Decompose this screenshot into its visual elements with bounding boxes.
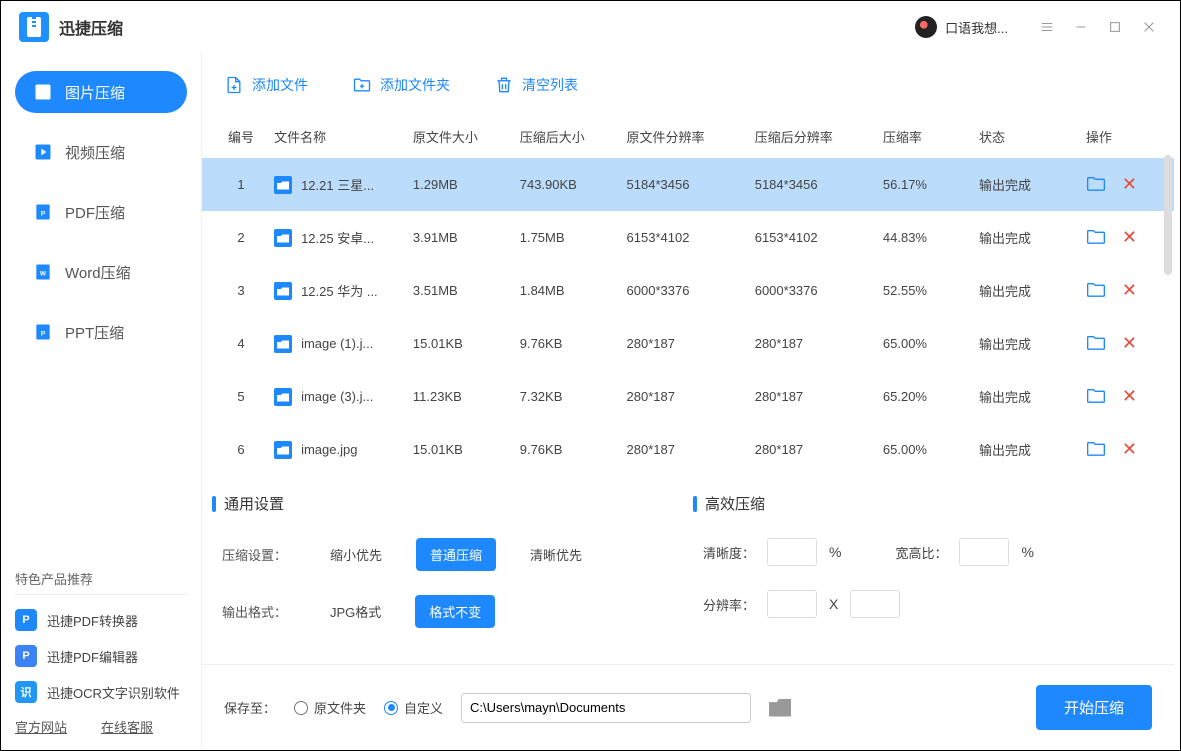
image-file-icon: [274, 388, 292, 406]
resolution-height-input[interactable]: [850, 590, 900, 618]
table-row[interactable]: 4image (1).j...15.01KB9.76KB280*187280*1…: [202, 317, 1174, 370]
table-row[interactable]: 212.25 安卓...3.91MB1.75MB6153*41026153*41…: [202, 211, 1174, 264]
titlebar: 迅捷压缩 口语我想...: [1, 1, 1180, 53]
col-index: 编号: [202, 115, 266, 158]
delete-icon[interactable]: ✕: [1122, 280, 1137, 301]
open-folder-icon[interactable]: [1086, 387, 1106, 407]
menu-icon[interactable]: [1034, 14, 1060, 40]
clarity-input[interactable]: [767, 538, 817, 566]
svg-text:P: P: [41, 210, 46, 217]
col-name: 文件名称: [266, 115, 405, 158]
normal-compress-option[interactable]: 普通压缩: [416, 538, 496, 571]
app-logo: [19, 12, 49, 42]
trash-icon: [494, 75, 514, 95]
browse-folder-icon[interactable]: [769, 699, 791, 717]
resolution-width-input[interactable]: [767, 590, 817, 618]
col-comp-res: 压缩后分辨率: [747, 115, 875, 158]
col-orig-size: 原文件大小: [405, 115, 512, 158]
save-path-input[interactable]: [461, 693, 751, 723]
clarity-priority-option[interactable]: 清晰优先: [516, 538, 596, 571]
nav-word[interactable]: WWord压缩: [15, 251, 187, 293]
image-file-icon: [274, 441, 292, 459]
svg-text:W: W: [40, 270, 47, 277]
add-file-button[interactable]: 添加文件: [224, 75, 308, 95]
close-icon[interactable]: [1136, 14, 1162, 40]
nav-ppt[interactable]: PPPT压缩: [15, 311, 187, 353]
open-folder-icon[interactable]: [1086, 440, 1106, 460]
scrollbar[interactable]: [1164, 155, 1172, 275]
nav-pdf[interactable]: PPDF压缩: [15, 191, 187, 233]
recommend-item-0[interactable]: P迅捷PDF转换器: [15, 609, 187, 631]
image-icon: [33, 82, 53, 102]
shrink-priority-option[interactable]: 缩小优先: [316, 538, 396, 571]
table-row[interactable]: 5image (3).j...11.23KB7.32KB280*187280*1…: [202, 370, 1174, 423]
delete-icon[interactable]: ✕: [1122, 333, 1137, 354]
orig-folder-radio[interactable]: 原文件夹: [294, 698, 366, 717]
aspect-label: 宽高比：: [895, 543, 947, 562]
pdf-icon: P: [33, 202, 53, 222]
official-site-link[interactable]: 官方网站: [15, 717, 67, 736]
delete-icon[interactable]: ✕: [1122, 386, 1137, 407]
resolution-label: 分辨率：: [703, 595, 755, 614]
video-icon: [33, 142, 53, 162]
compress-setting-label: 压缩设置：: [222, 545, 296, 564]
col-ops: 操作: [1078, 115, 1174, 158]
main-area: 添加文件 添加文件夹 清空列表 编号 文件名称 原文件大小 压缩后大小 原文件分…: [201, 53, 1180, 750]
recommend-title: 特色产品推荐: [15, 569, 187, 595]
minimize-icon[interactable]: [1068, 14, 1094, 40]
image-file-icon: [274, 229, 292, 247]
col-comp-size: 压缩后大小: [512, 115, 619, 158]
keep-format-option[interactable]: 格式不变: [415, 595, 495, 628]
clarity-label: 清晰度：: [703, 543, 755, 562]
avatar[interactable]: [915, 16, 937, 38]
table-row[interactable]: 312.25 华为 ...3.51MB1.84MB6000*33766000*3…: [202, 264, 1174, 317]
col-orig-res: 原文件分辨率: [619, 115, 747, 158]
username[interactable]: 口语我想...: [945, 18, 1008, 37]
folder-plus-icon: [352, 75, 372, 95]
recommend-item-1[interactable]: P迅捷PDF编辑器: [15, 645, 187, 667]
open-folder-icon[interactable]: [1086, 281, 1106, 301]
jpg-format-option[interactable]: JPG格式: [316, 595, 395, 628]
aspect-input[interactable]: [959, 538, 1009, 566]
table-row[interactable]: 6image.jpg15.01KB9.76KB280*187280*18765.…: [202, 423, 1174, 476]
recommend-item-2[interactable]: 识迅捷OCR文字识别软件: [15, 681, 187, 703]
open-folder-icon[interactable]: [1086, 175, 1106, 195]
nav-image[interactable]: 图片压缩: [15, 71, 187, 113]
save-to-label: 保存至：: [224, 698, 276, 717]
ppt-icon: P: [33, 322, 53, 342]
sidebar: 图片压缩视频压缩 PPDF压缩 WWord压缩 PPPT压缩 特色产品推荐 P迅捷PD…: [1, 53, 201, 750]
image-file-icon: [274, 335, 292, 353]
svg-text:P: P: [41, 330, 46, 337]
recommend-icon: P: [15, 609, 37, 631]
add-folder-button[interactable]: 添加文件夹: [352, 75, 450, 95]
file-table: 编号 文件名称 原文件大小 压缩后大小 原文件分辨率 压缩后分辨率 压缩率 状态…: [202, 115, 1174, 477]
recommend-icon: P: [15, 645, 37, 667]
open-folder-icon[interactable]: [1086, 228, 1106, 248]
clear-list-button[interactable]: 清空列表: [494, 75, 578, 95]
word-icon: W: [33, 262, 53, 282]
delete-icon[interactable]: ✕: [1122, 439, 1137, 460]
table-row[interactable]: 112.21 三星...1.29MB743.90KB5184*34565184*…: [202, 158, 1174, 211]
image-file-icon: [274, 282, 292, 300]
custom-folder-radio[interactable]: 自定义: [384, 698, 443, 717]
delete-icon[interactable]: ✕: [1122, 227, 1137, 248]
output-format-label: 输出格式：: [222, 602, 296, 621]
start-compress-button[interactable]: 开始压缩: [1036, 685, 1152, 730]
recommend-icon: 识: [15, 681, 37, 703]
maximize-icon[interactable]: [1102, 14, 1128, 40]
app-title: 迅捷压缩: [59, 15, 123, 39]
nav-video[interactable]: 视频压缩: [15, 131, 187, 173]
delete-icon[interactable]: ✕: [1122, 174, 1137, 195]
col-status: 状态: [971, 115, 1078, 158]
image-file-icon: [274, 176, 292, 194]
col-ratio: 压缩率: [875, 115, 971, 158]
support-link[interactable]: 在线客服: [101, 717, 153, 736]
general-settings-title: 通用设置: [212, 493, 683, 514]
efficient-compress-title: 高效压缩: [693, 493, 1164, 514]
open-folder-icon[interactable]: [1086, 334, 1106, 354]
file-plus-icon: [224, 75, 244, 95]
